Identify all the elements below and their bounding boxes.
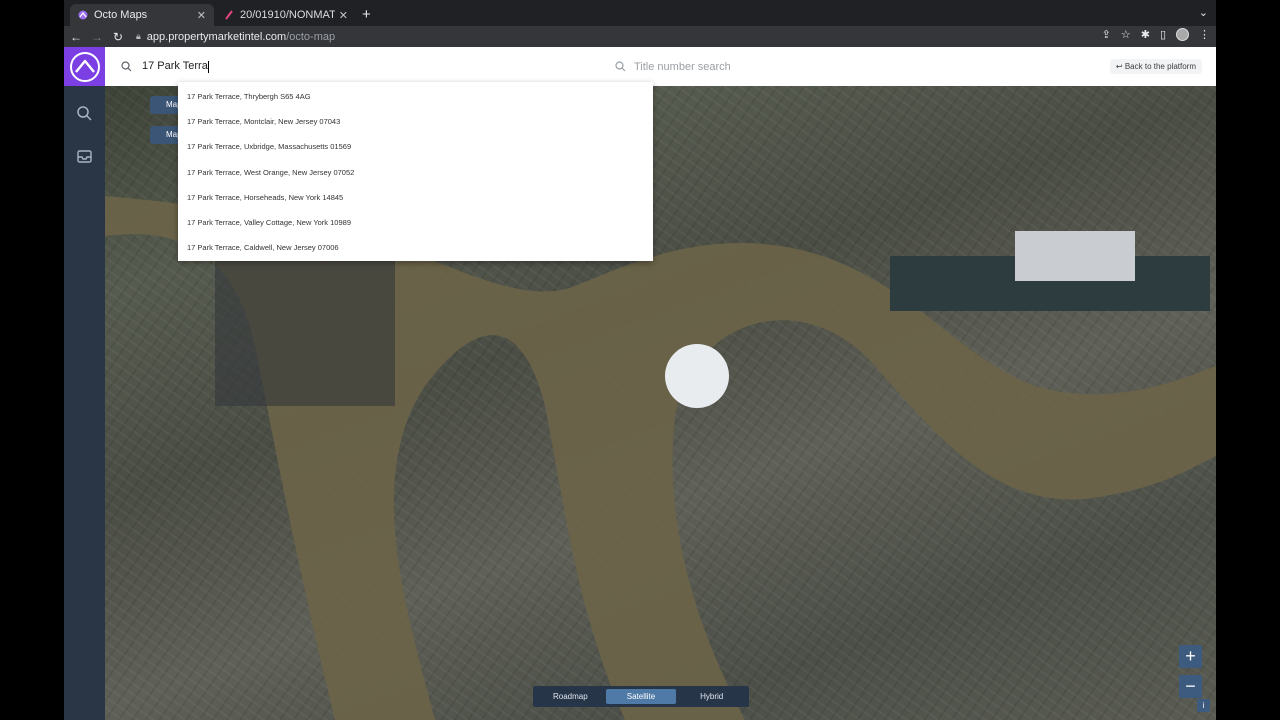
address-bar[interactable]: 🔒︎ app.propertymarketintel.com/octo-map [136,28,1076,45]
forward-arrow-icon[interactable]: → [88,30,106,44]
tab-strip: Octo Maps ✕ 20/01910/NONMAT | Non-mate ✕… [64,0,1216,26]
extensions-puzzle-icon[interactable]: ✱ [1141,28,1150,41]
browser-window: Octo Maps ✕ 20/01910/NONMAT | Non-mate ✕… [64,0,1216,720]
suggestion-item[interactable]: 17 Park Terrace, West Orange, New Jersey… [178,160,653,185]
suggestion-item[interactable]: 17 Park Terrace, Caldwell, New Jersey 07… [178,235,653,260]
zoom-out-button[interactable]: − [1179,675,1202,698]
title-number-search-input[interactable]: Title number search [615,58,915,75]
search-query-text: 17 Park Terra [142,60,208,73]
zoom-in-button[interactable]: + [1179,645,1202,668]
map-type-satellite[interactable]: Satellite [605,689,677,704]
octo-logo[interactable] [64,47,105,86]
chevron-down-icon[interactable]: ⌄ [1199,6,1208,19]
octo-favicon-icon [78,10,88,20]
suggestion-item[interactable]: 17 Park Terrace, Uxbridge, Massachusetts… [178,134,653,159]
octo-map-app: Map Map Roadmap Satellite Hybrid + − i 1… [64,47,1216,720]
back-to-platform-button[interactable]: ↩ Back to the platform [1109,59,1202,74]
inbox-icon[interactable] [76,148,93,165]
back-arrow-icon[interactable]: ← [67,30,85,44]
letterbox-left [0,0,64,720]
lock-icon: 🔒︎ [136,31,141,41]
map-type-hybrid[interactable]: Hybrid [676,689,747,704]
suggestion-item[interactable]: 17 Park Terrace, Valley Cottage, New Yor… [178,210,653,235]
letterbox-right [1216,0,1280,720]
tab-octo-maps[interactable]: Octo Maps ✕ [70,4,214,26]
tab-title: Octo Maps [94,9,148,21]
close-tab-icon[interactable]: ✕ [197,9,206,22]
map-chip[interactable]: Map [150,96,182,114]
side-panel-icon[interactable]: ▯ [1160,28,1166,41]
side-nav [64,47,105,720]
text-caret [207,60,209,73]
mountain-logo-icon [69,51,100,82]
close-tab-icon[interactable]: ✕ [339,9,348,22]
search-icon [121,61,132,72]
planning-favicon-icon [225,10,233,20]
map-chip[interactable]: Map [150,126,182,144]
tab-title: 20/01910/NONMAT | Non-mate [240,9,335,21]
search-header: 17 Park Terra Title number search ↩ Back… [105,47,1216,261]
search-query: 17 Park Terra [142,60,209,73]
url-path: /octo-map [286,30,336,43]
profile-avatar[interactable] [1176,28,1189,41]
suggestion-item[interactable]: 17 Park Terrace, Montclair, New Jersey 0… [178,109,653,134]
title-search-placeholder: Title number search [634,60,731,73]
browser-toolbar: ← → ↻ 🔒︎ app.propertymarketintel.com/oct… [64,26,1216,47]
search-icon [615,61,626,72]
back-label: Back to the platform [1124,62,1196,71]
search-icon[interactable] [76,105,93,122]
suggestion-item[interactable]: 17 Park Terrace, Horseheads, New York 14… [178,185,653,210]
share-icon[interactable]: ⇪ [1102,28,1111,41]
map-type-roadmap[interactable]: Roadmap [535,689,606,704]
bookmark-star-icon[interactable]: ☆ [1121,28,1131,41]
map-type-switch: Roadmap Satellite Hybrid [533,686,749,707]
address-search-input[interactable]: 17 Park Terra [121,58,591,75]
url-host: app.propertymarketintel.com [146,30,287,43]
new-tab-icon[interactable]: + [362,6,371,23]
suggestion-item[interactable]: 17 Park Terrace, Thrybergh S65 4AG [178,84,653,109]
reload-icon[interactable]: ↻ [109,30,127,44]
menu-kebab-icon[interactable]: ⋮ [1199,28,1210,41]
tab-nonmat[interactable]: 20/01910/NONMAT | Non-mate ✕ [216,4,356,26]
address-suggestions: 17 Park Terrace, Thrybergh S65 4AG 17 Pa… [178,82,653,261]
toolbar-actions: ⇪ ☆ ✱ ▯ ⋮ [1102,28,1210,41]
info-button[interactable]: i [1197,699,1210,712]
